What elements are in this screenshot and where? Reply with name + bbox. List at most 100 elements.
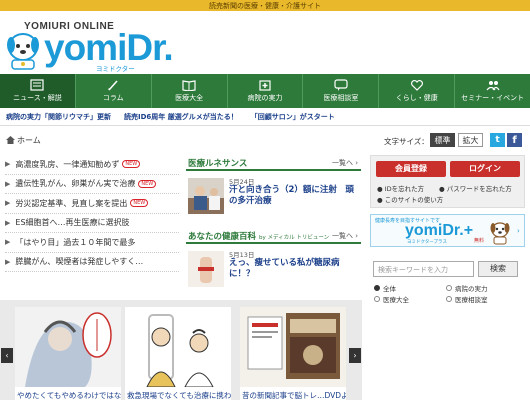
forgot-password-text: パスワードを忘れた方 xyxy=(446,185,512,193)
ticker-link[interactable]: 病院の実力「関節リウマチ」更新 xyxy=(6,112,111,122)
nav-item-encyclopedia[interactable]: 医療大全 xyxy=(152,74,228,108)
auth-box: 会員登録 ログイン ● IDを忘れた方 ● パスワードを忘れた方 ● このサイト… xyxy=(370,155,525,208)
notice-ticker: 病院の実力「関節リウマチ」更新 読売ID6周年 厳選グルメが当たる！ 「回顧サロ… xyxy=(0,108,530,126)
chevron-right-icon: ▶ xyxy=(5,199,11,208)
font-size-large-button[interactable]: 拡大 xyxy=(458,133,483,147)
news-title: 遺伝性乳がん、卵巣がん実で治療 xyxy=(15,179,136,189)
health-encyclopedia-section: あなたの健康百科 by メディカル トリビューン 一覧へ › 5月13日 えっ、… xyxy=(186,228,361,297)
nav-item-label: くらし・健康 xyxy=(395,94,438,102)
plus-free-label: 無料 xyxy=(474,238,485,244)
carousel-prev-button[interactable]: ‹ xyxy=(1,348,13,363)
search-input[interactable]: 検索キーワードを入力 xyxy=(373,261,474,277)
ticker-link[interactable]: 読売ID6周年 厳選グルメが当たる！ xyxy=(124,112,238,122)
article-headline[interactable]: 汗と向き合う（2）額に注射 頭の多汗治療 xyxy=(229,185,357,207)
font-size-normal-button[interactable]: 標準 xyxy=(430,133,455,147)
carousel-next-button[interactable]: › xyxy=(349,348,361,363)
more-link[interactable]: 一覧へ › xyxy=(332,158,358,168)
nav-item-seminar[interactable]: セミナー・イベント xyxy=(455,74,530,108)
manga-illustration[interactable] xyxy=(15,307,121,387)
news-title: 膵臓がん、喫煙者は発症しやすく… xyxy=(15,257,144,267)
section-header: あなたの健康百科 by メディカル トリビューン 一覧へ › xyxy=(186,228,361,244)
chevron-right-icon: ▶ xyxy=(5,179,11,188)
nav-item-hospital[interactable]: 病院の実力 xyxy=(228,74,304,108)
chevron-right-icon: ▶ xyxy=(5,160,11,169)
news-icon xyxy=(30,79,45,91)
search-scope-all[interactable]: 全体 xyxy=(374,283,396,293)
article-teaser[interactable]: 5月13日 えっ、痩せている私が糖尿病に！？ xyxy=(186,249,361,297)
chevron-right-icon: › xyxy=(517,227,520,235)
forgot-password-link[interactable]: ● パスワードを忘れた方 xyxy=(439,183,512,193)
search-scope-hospital[interactable]: 病院の実力 xyxy=(446,283,488,293)
ticker-link[interactable]: 「回顧サロン」がスタート xyxy=(251,112,335,122)
nav-item-label: 医療相談室 xyxy=(323,94,359,102)
article-teaser[interactable]: 5月24日 汗と向き合う（2）額に注射 頭の多汗治療 xyxy=(186,176,361,224)
more-link[interactable]: 一覧へ › xyxy=(332,231,358,241)
dog-mascot-icon xyxy=(490,222,510,245)
search-scope-consult[interactable]: 医療相談室 xyxy=(446,294,488,304)
brand-kana: ヨミドクター xyxy=(96,65,135,73)
register-button[interactable]: 会員登録 xyxy=(376,161,446,177)
section-title: あなたの健康百科 by メディカル トリビューン xyxy=(188,230,329,242)
article-headline[interactable]: えっ、痩せている私が糖尿病に！？ xyxy=(229,258,357,280)
font-size-label: 文字サイズ： xyxy=(384,137,429,146)
news-title: ES細胞首へ…再生医療に選択肢 xyxy=(15,218,130,228)
list-item[interactable]: ▶ 労災認定基準、見直し案を提出 NEW xyxy=(5,194,179,214)
nav-item-lifestyle[interactable]: くらし・健康 xyxy=(379,74,456,108)
nav-item-label: 病院の実力 xyxy=(247,94,283,102)
radio-label: 医療相談室 xyxy=(455,296,488,304)
carousel-caption[interactable]: 昔の新聞記事で脳トレ…DVDよ xyxy=(242,390,346,400)
list-item[interactable]: ▶ 遺伝性乳がん、卵巣がん実で治療 NEW xyxy=(5,175,179,194)
chevron-right-icon: ▶ xyxy=(5,238,11,247)
section-header: 医療ルネサンス 一覧へ › xyxy=(186,155,361,171)
article-thumbnail[interactable] xyxy=(188,251,224,287)
newspaper-dvd-photo[interactable] xyxy=(240,307,346,387)
search-scope-encyclopedia[interactable]: 医療大全 xyxy=(374,294,409,304)
new-badge: NEW xyxy=(138,179,157,188)
list-item[interactable]: ▶ 膵臓がん、喫煙者は発症しやすく… xyxy=(5,253,179,272)
nav-item-consult[interactable]: 医療相談室 xyxy=(303,74,380,108)
carousel-card[interactable]: 救急現場でなくても治療に携わる xyxy=(125,307,231,400)
forgot-id-link[interactable]: ● IDを忘れた方 xyxy=(377,183,424,193)
carousel-caption[interactable]: やめたくてもやめるわけではない xyxy=(17,390,121,400)
carousel-card[interactable]: 昔の新聞記事で脳トレ…DVDよ xyxy=(240,307,346,400)
article-thumbnail[interactable] xyxy=(188,178,224,214)
nav-item-news[interactable]: ニュース・解説 xyxy=(0,74,76,108)
facebook-icon[interactable]: f xyxy=(507,133,522,147)
search-button[interactable]: 検索 xyxy=(478,261,518,277)
login-button[interactable]: ログイン xyxy=(450,161,520,177)
plus-logo: yomiDr.+ xyxy=(405,222,474,239)
plus-kana: ヨミドクタープラス xyxy=(407,240,447,245)
list-item[interactable]: ▶ 高濃度乳房、一律通知勧めず NEW xyxy=(5,155,179,175)
radio-label: 全体 xyxy=(383,285,396,293)
book-icon xyxy=(182,80,196,91)
news-list: ▶ 高濃度乳房、一律通知勧めず NEW ▶ 遺伝性乳がん、卵巣がん実で治療 NE… xyxy=(5,155,179,272)
heart-icon xyxy=(410,80,423,91)
dog-mascot-icon xyxy=(7,33,39,70)
list-item[interactable]: ▶ ES細胞首へ…再生医療に選択肢 xyxy=(5,214,179,233)
carousel-caption[interactable]: 救急現場でなくても治療に携わる xyxy=(127,390,231,400)
nav-item-label: ニュース・解説 xyxy=(13,94,62,102)
utility-row: ホーム 文字サイズ： 標準 拡大 t f xyxy=(0,130,530,150)
radio-label: 医療大全 xyxy=(383,296,409,304)
carousel-card[interactable]: やめたくてもやめるわけではない xyxy=(15,307,121,400)
site-tagline: 読売新聞の医療・健康・介護サイト xyxy=(209,2,321,10)
nav-item-label: 医療大全 xyxy=(175,94,204,102)
radio-label: 病院の実力 xyxy=(455,285,488,293)
event-icon xyxy=(486,81,500,91)
renaissance-section: 医療ルネサンス 一覧へ › 5月24日 汗と向き合う（2）額に注射 頭の多汗治療 xyxy=(186,155,361,224)
home-icon xyxy=(6,136,15,144)
news-title: 高濃度乳房、一律通知勧めず xyxy=(15,159,120,169)
new-badge: NEW xyxy=(130,199,149,208)
feature-carousel: やめたくてもやめるわけではない 救急現場でなくても治療に携わる 昔の新聞記事で脳… xyxy=(0,300,362,400)
breadcrumb-home[interactable]: ホーム xyxy=(17,135,41,146)
radio-icon xyxy=(374,296,380,302)
nav-item-column[interactable]: コラム xyxy=(76,74,152,108)
list-item[interactable]: ▶ 「はやり目」過去１０年間で最多 xyxy=(5,233,179,253)
yomidr-plus-banner[interactable]: 健康長寿を目指すサイトです yomiDr.+ ヨミドクタープラス 無料 › xyxy=(370,214,525,247)
doctor-illustration[interactable] xyxy=(125,307,231,387)
section-title-text: あなたの健康百科 xyxy=(188,232,257,242)
twitter-icon[interactable]: t xyxy=(490,133,505,147)
site-header: YOMIURI ONLINE yomiDr. ヨミドクター xyxy=(0,11,530,74)
pen-icon xyxy=(108,80,118,91)
howto-link[interactable]: ● このサイトの使い方 xyxy=(377,194,443,204)
